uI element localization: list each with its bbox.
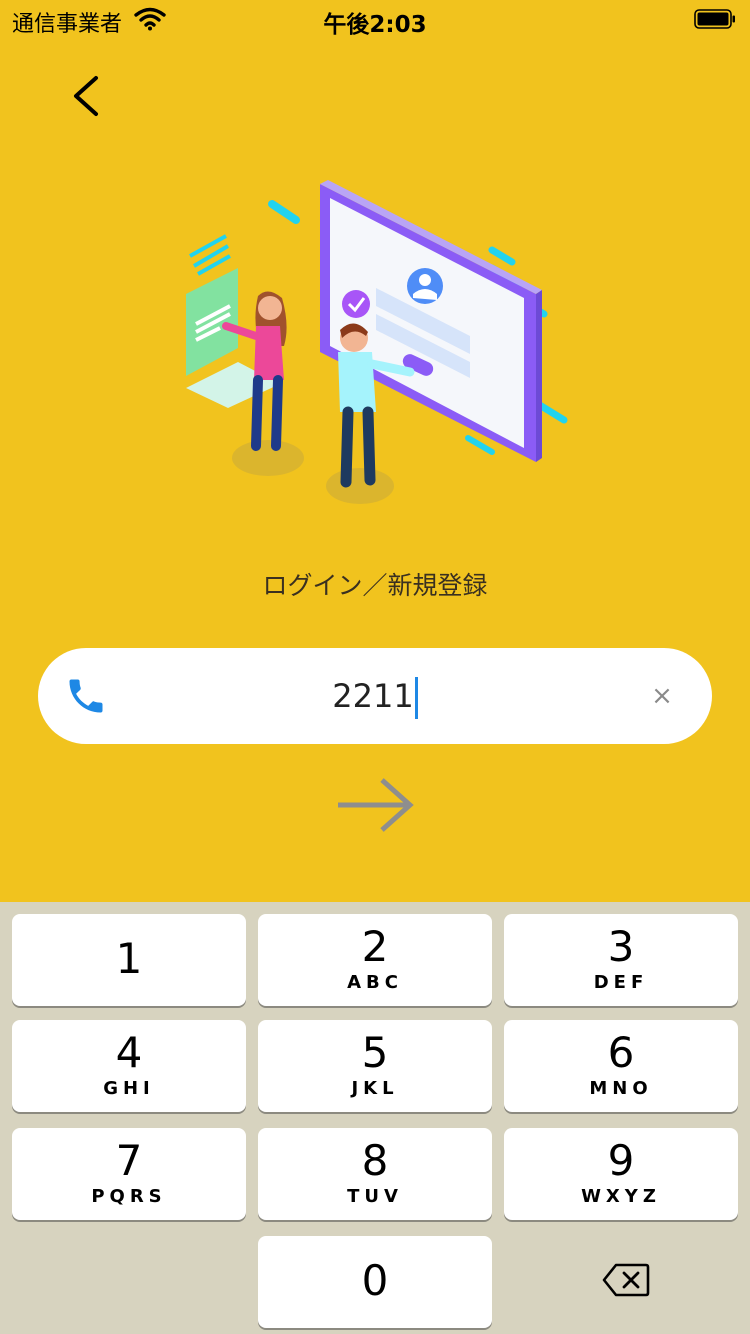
text-cursor xyxy=(414,677,418,719)
key-1[interactable]: 1 xyxy=(12,914,246,1006)
key-letters: JKL xyxy=(351,1078,399,1099)
key-letters: MNO xyxy=(589,1078,653,1099)
key-digit: 9 xyxy=(607,1136,635,1185)
status-bar: 通信事業者 午後2:03 xyxy=(0,0,750,40)
battery-icon xyxy=(694,9,735,29)
key-digit: 5 xyxy=(361,1028,389,1077)
key-7[interactable]: 7 PQRS xyxy=(12,1128,246,1220)
key-letters: WXYZ xyxy=(581,1186,661,1207)
phone-number-field[interactable]: 2211 × xyxy=(38,648,712,744)
key-digit: 1 xyxy=(115,934,143,983)
clock: 午後2:03 xyxy=(323,12,427,38)
key-digit: 0 xyxy=(361,1256,389,1305)
key-digit: 8 xyxy=(361,1136,389,1185)
key-letters: TUV xyxy=(347,1186,403,1207)
key-9[interactable]: 9 WXYZ xyxy=(504,1128,738,1220)
page-title: ログイン／新規登録 xyxy=(262,571,488,600)
key-3[interactable]: 3 DEF xyxy=(504,914,738,1006)
key-digit: 6 xyxy=(607,1028,635,1077)
key-4[interactable]: 4 GHI xyxy=(12,1020,246,1112)
key-5[interactable]: 5 JKL xyxy=(258,1020,492,1112)
login-illustration xyxy=(186,180,568,504)
clear-icon[interactable]: × xyxy=(648,682,676,710)
key-digit: 2 xyxy=(361,922,389,971)
chevron-left-icon[interactable] xyxy=(68,74,108,118)
key-letters: GHI xyxy=(103,1078,155,1099)
key-8[interactable]: 8 TUV xyxy=(258,1128,492,1220)
phone-input[interactable]: 2211 xyxy=(38,674,712,719)
key-digit: 4 xyxy=(115,1028,143,1077)
phone-input-value: 2211 xyxy=(332,677,414,715)
key-letters: ABC xyxy=(347,972,403,993)
key-digit: 3 xyxy=(607,922,635,971)
key-6[interactable]: 6 MNO xyxy=(504,1020,738,1112)
key-2[interactable]: 2 ABC xyxy=(258,914,492,1006)
key-letters: DEF xyxy=(593,972,649,993)
key-digit: 7 xyxy=(115,1136,143,1185)
arrow-right-icon[interactable] xyxy=(336,776,416,834)
key-0[interactable]: 0 xyxy=(258,1236,492,1328)
key-letters: PQRS xyxy=(91,1186,167,1207)
backspace-icon[interactable] xyxy=(602,1262,650,1298)
